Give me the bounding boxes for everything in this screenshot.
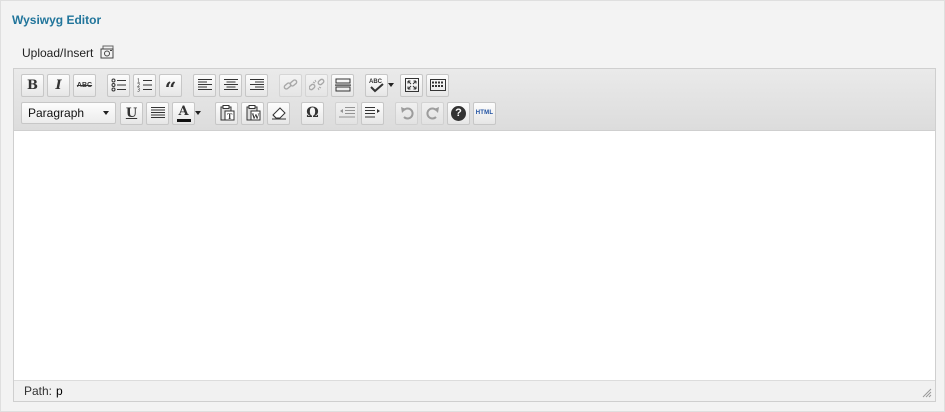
paste-text-button[interactable]: T [215,101,238,125]
italic-icon: I [55,77,62,93]
redo-icon [426,107,439,120]
text-color-icon: A [178,103,189,119]
path-label: Path: [24,384,53,398]
align-center-icon [223,79,238,90]
help-glyph: ? [455,107,462,119]
kitchen-sink-icon [429,79,446,91]
chevron-down-icon [103,111,109,115]
indent-button[interactable] [361,101,384,125]
bold-button[interactable]: B [21,73,44,97]
toolbar-row-2: Paragraph U A T W Ω ? HTML [21,101,499,125]
numbered-list-icon: 1 2 3 [137,79,152,93]
blockquote-button[interactable]: “ [159,73,182,101]
bold-icon: B [27,77,38,93]
help-button[interactable]: ? [447,101,470,125]
spellcheck-icon: ABC [369,79,384,93]
align-center-button[interactable] [219,73,242,97]
strikethrough-button[interactable]: ABC [73,73,96,97]
path-element-p[interactable]: p [56,384,63,398]
fullscreen-button[interactable] [400,73,423,97]
spellcheck-dropdown-arrow[interactable] [386,74,396,97]
upload-insert-label[interactable]: Upload/Insert [22,46,93,60]
underline-icon: U [125,105,138,121]
kitchen-sink-button[interactable] [426,73,449,97]
remove-link-button[interactable] [305,73,328,97]
undo-button[interactable] [395,101,418,125]
blockquote-icon: “ [164,77,177,101]
panel-title: Wysiwyg Editor [12,13,102,27]
align-left-icon [197,79,212,90]
editor-statusbar: Path: p [14,380,935,401]
text-color-button[interactable]: A [172,101,195,125]
clear-formatting-button[interactable] [267,101,290,125]
more-tag-icon [334,78,351,92]
align-right-button[interactable] [245,73,268,97]
media-upload-icon[interactable] [100,45,116,60]
resize-grip-icon[interactable] [922,388,932,398]
text-color-dropdown-arrow[interactable] [193,102,203,125]
omega-icon: Ω [306,105,319,121]
wysiwyg-editor: B I ABC 1 2 3 “ ABC Paragraph U A T W Ω … [13,68,936,402]
html-source-button[interactable]: HTML [473,101,496,125]
outdent-icon [338,107,355,118]
numbered-list-button[interactable]: 1 2 3 [133,73,156,97]
bullet-list-icon [111,78,126,92]
indent-icon [364,107,380,118]
insert-link-button[interactable] [279,73,302,97]
bullet-list-button[interactable] [107,73,130,97]
undo-icon [400,107,413,120]
justify-button[interactable] [146,101,169,125]
toolbar-row-1: B I ABC 1 2 3 “ ABC [21,73,452,101]
paste-word-icon: W [246,105,260,121]
fullscreen-icon [404,78,419,92]
align-right-icon [249,79,264,90]
eraser-icon [271,107,286,120]
editor-toolbar: B I ABC 1 2 3 “ ABC Paragraph U A T W Ω … [14,69,935,131]
svg-text:3: 3 [137,88,140,93]
align-left-button[interactable] [193,73,216,97]
justify-icon [150,107,165,118]
format-select[interactable]: Paragraph [21,102,116,124]
editor-content-area[interactable] [14,131,935,381]
svg-text:W: W [251,112,259,121]
upload-insert[interactable]: Upload/Insert [22,45,116,60]
format-select-value: Paragraph [28,106,85,120]
special-character-button[interactable]: Ω [301,101,324,125]
help-icon: ? [451,105,466,121]
insert-more-button[interactable] [331,73,354,97]
redo-button[interactable] [421,101,444,125]
outdent-button[interactable] [335,101,358,125]
html-icon: HTML [475,110,494,116]
link-icon [283,79,297,90]
underline-button[interactable]: U [120,101,143,125]
svg-text:T: T [227,112,233,121]
spellcheck-button[interactable]: ABC [365,73,388,97]
strikethrough-icon: ABC [76,81,93,89]
paste-text-icon: T [220,105,234,121]
editor-panel: Wysiwyg Editor Upload/Insert B I ABC 1 2… [0,0,945,412]
italic-button[interactable]: I [47,73,70,97]
unlink-icon [308,78,324,91]
paste-word-button[interactable]: W [241,101,264,125]
svg-text:ABC: ABC [369,79,383,85]
text-color-swatch [176,118,191,122]
